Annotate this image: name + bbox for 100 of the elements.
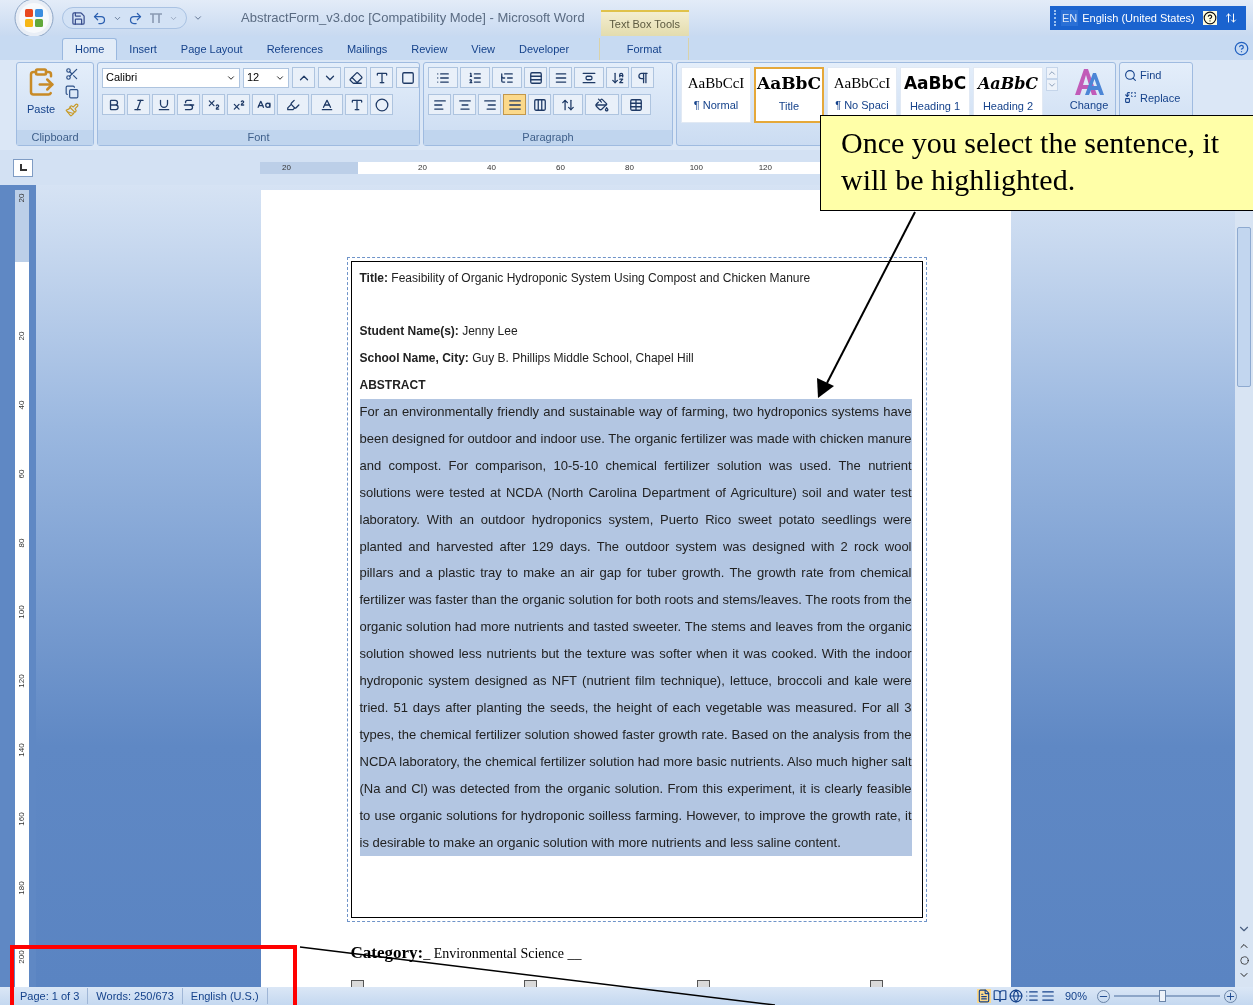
outline-icon[interactable]	[1024, 989, 1039, 1003]
ruler-number: 20	[282, 163, 291, 172]
align-button[interactable]	[503, 94, 526, 115]
grip-icon[interactable]	[1054, 10, 1057, 26]
shading-button[interactable]	[585, 94, 619, 115]
ribbon-tab[interactable]: References	[254, 38, 335, 60]
ruler-number: 120	[18, 673, 26, 688]
sort-icon	[610, 70, 625, 85]
clear-formatting-icon	[348, 70, 363, 85]
enclose-characters-button[interactable]	[370, 94, 393, 115]
font-size-field[interactable]: 12	[243, 67, 289, 88]
help-icon[interactable]	[1202, 11, 1217, 25]
form-field-line: School Name, City: Guy B. Phillips Middle School, Chapel Hill	[359, 350, 695, 367]
character-border-icon	[400, 70, 415, 85]
ruler-number: 140	[18, 742, 26, 757]
replace-icon	[1124, 91, 1137, 105]
character-shading-button[interactable]	[345, 94, 368, 115]
multilevel-list-button[interactable]	[492, 67, 522, 88]
ruler-number: 40	[18, 400, 26, 409]
change-styles-button[interactable]: Change	[1065, 67, 1113, 114]
italic-button[interactable]	[127, 94, 150, 115]
browse-object-icon[interactable]	[1239, 956, 1249, 965]
word-count[interactable]: Words: 250/673	[88, 987, 183, 1005]
multilevel-list-icon	[500, 70, 514, 85]
window-title: AbstractForm_v3.doc [Compatibility Mode] - Microsoft Word	[241, 9, 585, 28]
form-field-line: Student Name(s): Jenny Lee	[359, 323, 519, 340]
ruler-number: 20	[418, 163, 427, 172]
change-case-button[interactable]	[252, 94, 275, 115]
bold-button[interactable]	[102, 94, 125, 115]
shrink-font-button[interactable]	[318, 67, 341, 88]
cut-icon[interactable]	[65, 67, 79, 81]
ribbon-tab[interactable]: Insert	[117, 38, 169, 60]
redo-icon[interactable]	[128, 10, 143, 26]
highlight-button[interactable]	[277, 94, 309, 115]
show-marks-button[interactable]	[631, 67, 654, 88]
line-spacing-button[interactable]	[553, 94, 583, 115]
align-button[interactable]	[478, 94, 501, 115]
options-icon[interactable]	[1224, 12, 1237, 24]
page-count[interactable]: Page: 1 of 3	[12, 987, 89, 1005]
scroll-thumb[interactable]	[1237, 227, 1251, 387]
ribbon-tab[interactable]: Page Layout	[168, 38, 255, 60]
style-swatch[interactable]: AaBbC Title	[754, 67, 824, 123]
office-button[interactable]	[14, 0, 54, 38]
ruler-number: 20	[18, 331, 26, 340]
callout-text: Once you select the sentence, it will be highlighted.	[841, 125, 1221, 198]
numbering-button[interactable]	[460, 67, 490, 88]
style-swatch[interactable]: AaBbCcI ¶ Normal	[681, 67, 751, 123]
find-button[interactable]: Find	[1124, 67, 1181, 84]
bullets-button[interactable]	[428, 67, 458, 88]
underline-icon	[156, 97, 171, 112]
subscript-button[interactable]	[202, 94, 225, 115]
save-icon[interactable]	[71, 10, 86, 26]
strikethrough-button[interactable]	[177, 94, 200, 115]
print-layout-icon[interactable]	[976, 989, 991, 1003]
borders-button[interactable]	[621, 94, 651, 115]
phonetic-guide-button[interactable]	[370, 67, 393, 88]
web-layout-icon[interactable]	[1008, 989, 1023, 1003]
superscript-button[interactable]	[227, 94, 250, 115]
ribbon-tab[interactable]: Format	[600, 38, 689, 60]
replace-button[interactable]: Replace	[1124, 89, 1181, 106]
sort-button[interactable]	[606, 67, 629, 88]
font-name-field[interactable]: Calibri	[102, 67, 240, 88]
zoom-slider[interactable]	[1114, 990, 1220, 1002]
increase-indent-button[interactable]	[549, 67, 572, 88]
language-name[interactable]: English (United States)	[1082, 9, 1195, 27]
ribbon-tab[interactable]: Developer	[507, 38, 582, 60]
decrease-indent-button[interactable]	[524, 67, 547, 88]
tab-selector[interactable]	[13, 158, 33, 177]
reading-layout-icon[interactable]	[992, 989, 1007, 1003]
align-button[interactable]	[453, 94, 476, 115]
copy-icon[interactable]	[65, 85, 79, 99]
slider-thumb[interactable]	[1158, 990, 1166, 1002]
paste-button[interactable]: Paste	[21, 67, 61, 130]
ribbon-tab[interactable]: Review	[399, 38, 460, 60]
section-heading: ABSTRACT	[359, 377, 427, 394]
shading-icon	[595, 97, 609, 112]
ribbon-tab[interactable]: Home	[62, 38, 118, 60]
strikethrough-icon	[181, 97, 196, 112]
ruler-number: 60	[18, 469, 26, 478]
character-border-button[interactable]	[396, 67, 419, 88]
draft-icon[interactable]	[1040, 989, 1055, 1003]
underline-button[interactable]	[152, 94, 175, 115]
align-button[interactable]	[428, 94, 451, 115]
ribbon-tab[interactable]: Mailings	[334, 38, 400, 60]
align-button[interactable]	[528, 94, 551, 115]
decrease-indent-icon	[528, 70, 543, 85]
font-color-button[interactable]	[311, 94, 343, 115]
ruler-number: 160	[18, 811, 26, 826]
undo-icon[interactable]	[92, 10, 107, 26]
ruler-number: 80	[625, 163, 634, 172]
abstract-paragraph: For an environmentally friendly and sustainable way of farming, two hydroponics systems have been designed for outdoor and indoor use. The organic fertilizer was made with chicken manure and compost. For comparison, 10-5-10 chemical fertilizer solution was used. The nutrient solutions were tested at NCDA (North Carolina Department of Agriculture) soil and water test laboratory. With an outdoor hydroponics system, Puerto Rico sweet potato seedlings were planted and harvested after 129 days. The outdoor system was designed with 2 rock wool pillars and a plastic tray to make an air gap for tuber growth. The growth rate from chemical fertilizer was faster than the organic solution for both roots and stems/leaves. The roots from the organic solution had more nutrients and tasted sweeter. The stems and leaves from the organic solution showed less nutrients but the texture was softer when it was cooked. With the indoor hydroponic system designed as NFT (nutrient film technique), lettuce, broccoli and kale were tried. 51 days after planting the seeds, the height of each vegetable was measured. For all 3 types, the chemical fertilizer solution showed faster growth rate. Based on the analysis from the NCDA laboratory, the chemical fertilizer solution had more basic nutrients. Also much higher salt (Na and Cl) was detected from the organic solution. From this experiment, it is clearly feasible to use organic solutions for hydroponic soilless farming. However, to improve the growth rate, it is desirable to make an organic solution with more nutrients and less saline content.	[359, 399, 912, 857]
group-label: Clipboard	[31, 132, 79, 143]
grow-font-button[interactable]	[292, 67, 315, 88]
language-indicator[interactable]: English (U.S.)	[182, 987, 268, 1005]
clear-formatting-button[interactable]	[344, 67, 367, 88]
customize-icon[interactable]	[193, 13, 203, 23]
text-direction-button[interactable]	[574, 67, 604, 88]
ribbon-tab[interactable]: View	[459, 38, 507, 60]
zoom-level[interactable]: 90%	[1064, 987, 1087, 1005]
enclose-characters-icon	[374, 97, 389, 112]
